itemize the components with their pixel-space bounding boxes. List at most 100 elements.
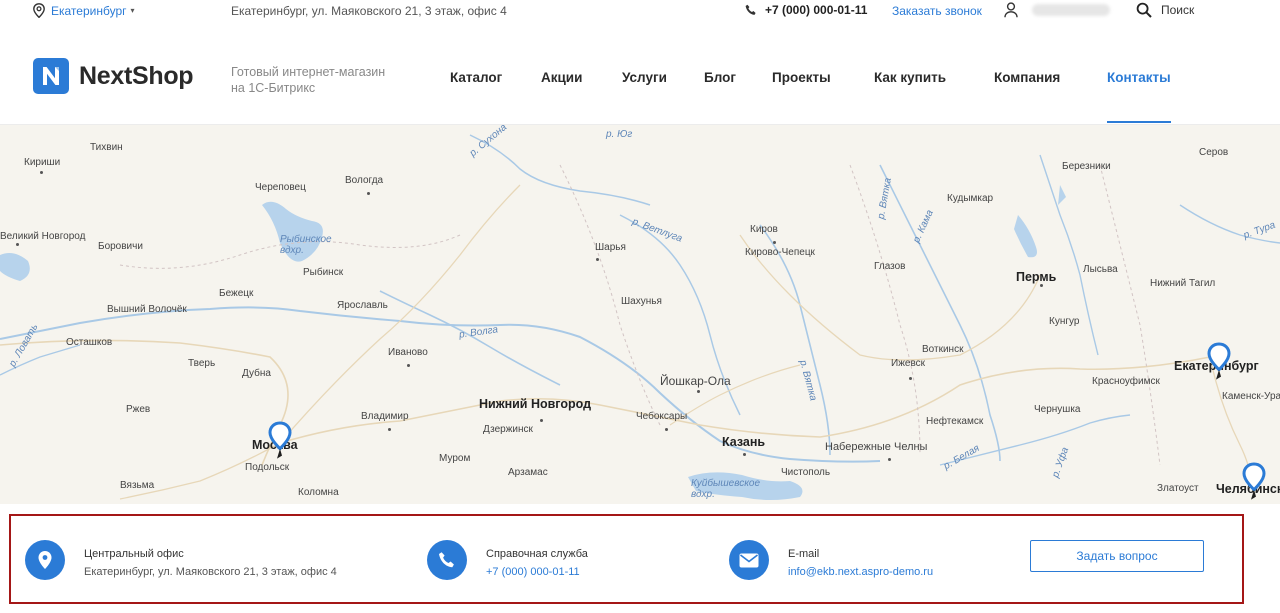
map-city-label: Подольск: [245, 462, 290, 473]
nav-item-catalog[interactable]: Каталог: [450, 70, 502, 85]
nav-item-blog[interactable]: Блог: [704, 70, 736, 85]
help-title: Справочная служба: [486, 548, 588, 560]
city-dot: [697, 390, 700, 393]
user-name-blurred: [1032, 4, 1110, 16]
city-dot: [888, 458, 891, 461]
callback-link[interactable]: Заказать звонок: [892, 4, 982, 18]
contact-help: Справочная служба +7 (000) 000-01-11: [427, 540, 588, 581]
top-bar: Екатеринбург ▾ Екатеринбург, ул. Маяковс…: [0, 0, 1280, 22]
map-city-label: Ижевск: [891, 358, 926, 369]
map-city-label: Вязьма: [120, 480, 155, 491]
email-title: E-mail: [788, 548, 820, 560]
map-city-label: Тверь: [188, 358, 216, 369]
city-dot: [540, 419, 543, 422]
map-river-label: Рыбинское вдхр.: [280, 234, 332, 256]
map-city-label: Чистополь: [781, 467, 831, 478]
contacts-map[interactable]: Кириши Тихвин Череповец Вологда Серов Бе…: [0, 124, 1280, 504]
map-city-label: Набережные Челны: [825, 441, 928, 453]
map-city-label: Бежецк: [219, 288, 254, 299]
map-city-label: Воткинск: [922, 344, 964, 355]
map-pin-icon[interactable]: [1205, 342, 1233, 382]
map-city-label: Арзамас: [508, 467, 548, 478]
header-phone[interactable]: +7 (000) 000-01-11: [745, 3, 867, 17]
map-city-label: Вологда: [345, 175, 384, 186]
city-dot: [367, 192, 370, 195]
map-city-label: Шарья: [595, 242, 626, 253]
map-city-label: Ярославль: [337, 300, 388, 311]
help-phone-link[interactable]: +7 (000) 000-01-11: [486, 563, 588, 581]
map-city-label: Владимир: [361, 411, 409, 422]
location-icon: [25, 540, 65, 580]
city-dot: [665, 428, 668, 431]
map-river-label: р. Юг: [606, 129, 633, 140]
contact-office: Центральный офис Екатеринбург, ул. Маяко…: [25, 540, 337, 581]
nav-item-sales[interactable]: Акции: [541, 70, 582, 85]
office-value: Екатеринбург, ул. Маяковского 21, 3 этаж…: [84, 566, 337, 578]
chevron-down-icon: ▾: [130, 6, 135, 15]
map-city-label: Нижний Тагил: [1150, 278, 1216, 289]
map-city-label: Глазов: [874, 261, 906, 272]
search-icon: [1136, 2, 1152, 18]
location-pin-icon: [33, 3, 45, 18]
map-city-label: Красноуфимск: [1092, 376, 1160, 387]
contact-email: E-mail info@ekb.next.aspro-demo.ru: [729, 540, 933, 581]
search-label: Поиск: [1161, 3, 1195, 17]
map-city-label: Серов: [1199, 147, 1229, 158]
city-selector[interactable]: Екатеринбург ▾: [33, 3, 135, 18]
map-city-label: Боровичи: [98, 241, 143, 252]
map-city-label: Кунгур: [1049, 316, 1080, 327]
mail-icon: [729, 540, 769, 580]
map-city-label: Кудымкар: [947, 193, 994, 204]
map-city-label: Тихвин: [90, 142, 123, 153]
map-city-label: Златоуст: [1157, 483, 1199, 494]
map-city-label: Кирово-Чепецк: [745, 247, 815, 258]
main-header: NextShop Готовый интернет-магазин на 1С-…: [0, 30, 1280, 124]
city-dot: [407, 364, 410, 367]
map-city-label: Рыбинск: [303, 267, 344, 278]
map-major-city-label: Нижний Новгород: [479, 397, 592, 411]
map-city-label: Великий Новгород: [0, 231, 86, 242]
map-city-label: Каменск-Ура: [1222, 391, 1280, 402]
map-city-label: Иваново: [388, 347, 428, 358]
map-city-label: Йошкар-Ола: [660, 374, 731, 388]
nav-item-company[interactable]: Компания: [994, 70, 1060, 85]
map-city-label: Дубна: [242, 368, 271, 379]
map-city-label: Череповец: [255, 182, 306, 193]
map-base-layer: [0, 134, 1280, 500]
map-city-label: Муром: [439, 453, 471, 464]
city-dot: [743, 453, 746, 456]
nav-item-contacts[interactable]: Контакты: [1107, 70, 1171, 85]
map-city-label: Осташков: [66, 337, 113, 348]
phone-icon: [427, 540, 467, 580]
map-city-label: Нефтекамск: [926, 416, 984, 427]
ask-question-button[interactable]: Задать вопрос: [1030, 540, 1204, 572]
city-dot: [773, 241, 776, 244]
user-account[interactable]: [1004, 2, 1110, 18]
phone-number: +7 (000) 000-01-11: [765, 3, 868, 17]
map-pin-icon[interactable]: [266, 421, 294, 461]
nav-active-indicator: [1107, 121, 1171, 123]
user-icon: [1004, 2, 1018, 18]
city-dot: [40, 171, 43, 174]
map-city-label: Ржев: [126, 404, 151, 415]
nav-item-how-to-buy[interactable]: Как купить: [874, 70, 946, 85]
phone-icon: [745, 4, 756, 15]
search-button[interactable]: Поиск: [1136, 2, 1194, 18]
map-city-label: Березники: [1062, 161, 1111, 172]
map-city-label: Киров: [750, 224, 778, 235]
email-link[interactable]: info@ekb.next.aspro-demo.ru: [788, 563, 933, 581]
main-nav: Каталог Акции Услуги Блог Проекты Как ку…: [0, 70, 1280, 124]
map-river-label: Куйбышевское вдхр.: [691, 478, 761, 500]
city-dot: [388, 428, 391, 431]
map-city-label: Кириши: [24, 157, 61, 168]
city-dot: [596, 258, 599, 261]
nav-item-services[interactable]: Услуги: [622, 70, 667, 85]
map-city-label: Дзержинск: [483, 424, 533, 435]
city-dot: [1040, 284, 1043, 287]
map-pin-icon[interactable]: [1240, 462, 1268, 502]
nav-item-projects[interactable]: Проекты: [772, 70, 831, 85]
header-address: Екатеринбург, ул. Маяковского 21, 3 этаж…: [231, 4, 507, 18]
map-city-label: Шахунья: [621, 296, 662, 307]
city-dot: [16, 243, 19, 246]
map-city-label: Чернушка: [1034, 404, 1081, 415]
